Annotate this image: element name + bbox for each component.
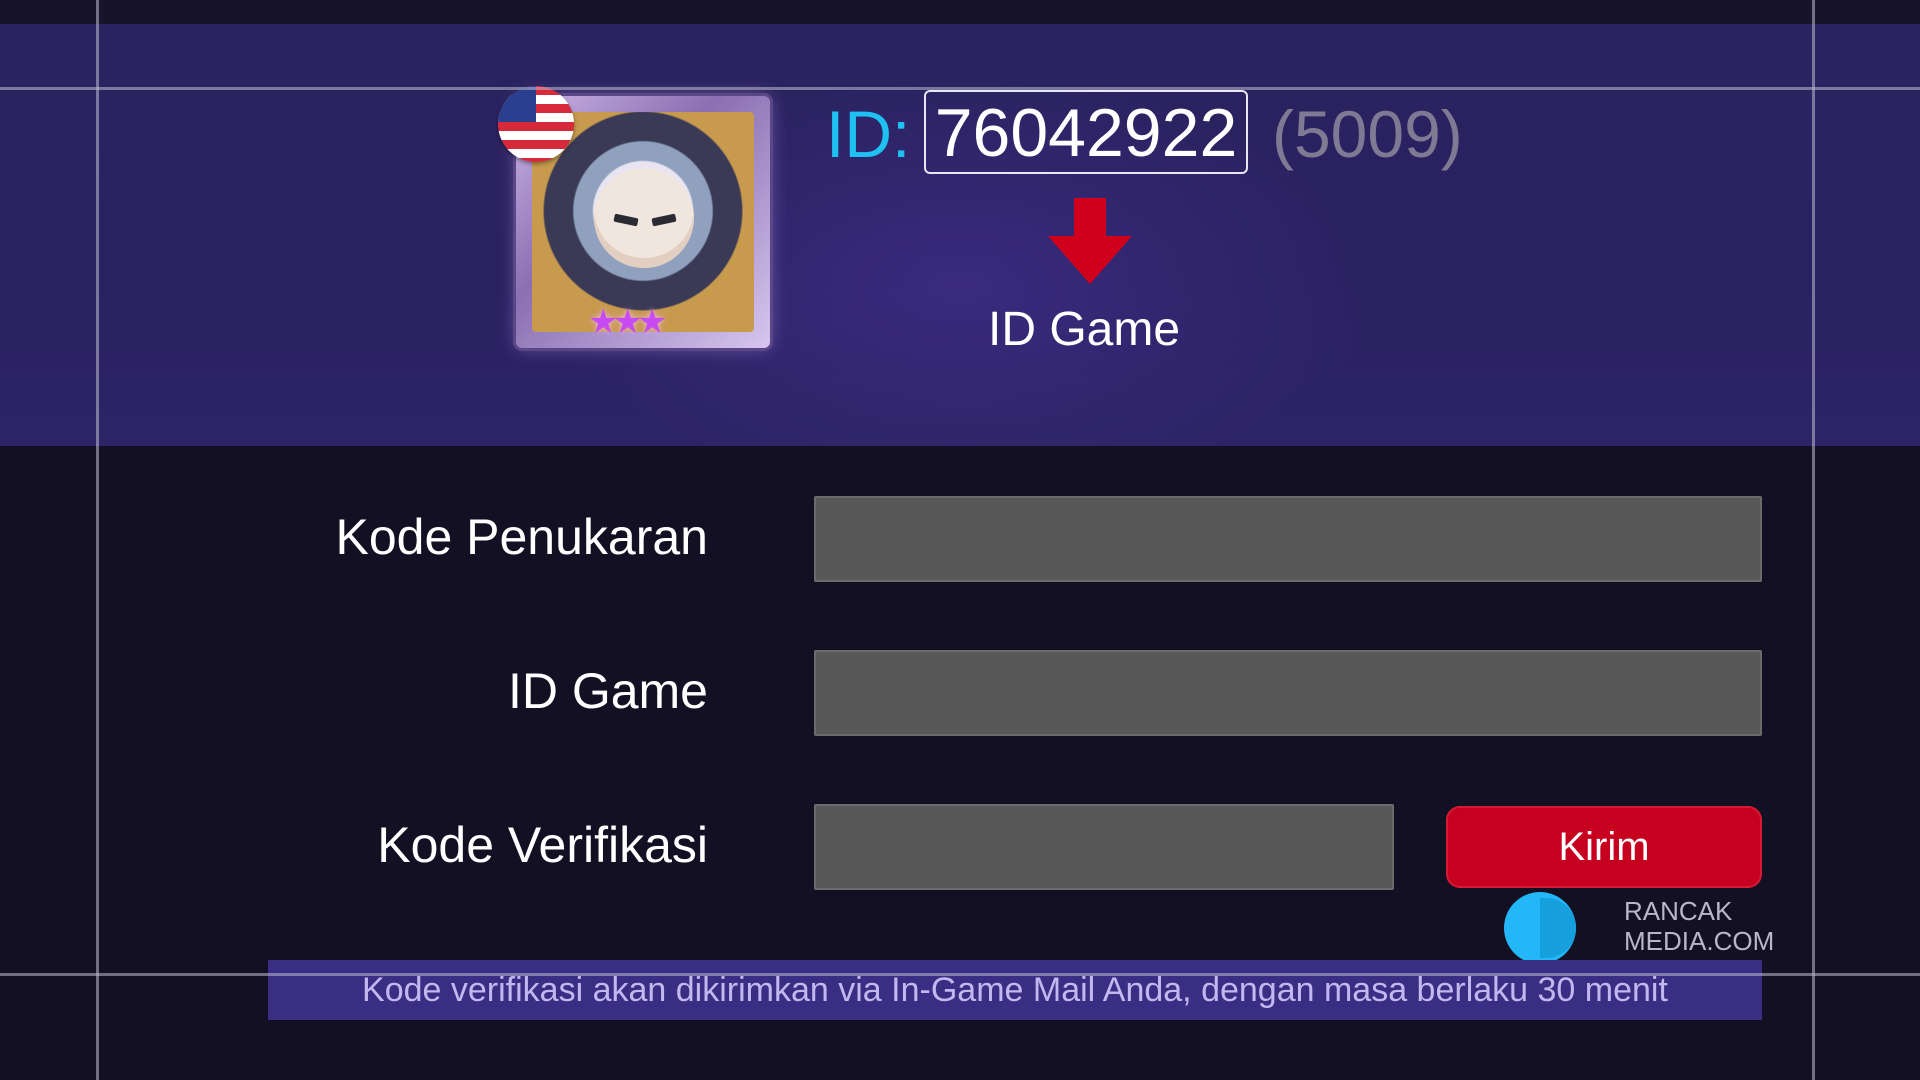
avatar-eye-left [613,213,639,227]
guide-line-horizontal-top [0,87,1920,90]
player-id-value: 76042922 [924,90,1248,174]
zone-id: (5009) [1272,97,1463,171]
guide-line-horizontal-bottom [0,973,1920,976]
watermark-line1: RANCAK [1624,896,1733,926]
guide-line-vertical-right [1812,0,1815,1080]
rancakmedia-logo-icon [1504,892,1576,964]
watermark-line2: MEDIA.COM [1624,926,1775,956]
redeem-code-input[interactable] [814,496,1762,582]
send-button[interactable]: Kirim [1446,806,1762,888]
verification-code-input[interactable] [814,804,1394,890]
redeem-code-label: Kode Penukaran [335,509,708,565]
watermark: RANCAK MEDIA.COM [1504,892,1776,964]
verification-note: Kode verifikasi akan dikirimkan via In-G… [268,960,1762,1020]
arrow-down-icon [1048,198,1132,284]
avatar-eye-right [651,213,677,227]
top-strip [0,0,1920,24]
game-id-input[interactable] [814,650,1762,736]
guide-line-vertical-left [96,0,99,1080]
verification-code-label: Kode Verifikasi [377,817,708,873]
avatar-face [594,168,694,268]
watermark-text: RANCAK MEDIA.COM [1624,896,1774,956]
arrow-caption: ID Game [988,303,1181,356]
rank-stars-icon: ★★★ [588,303,667,341]
game-id-label: ID Game [507,663,708,719]
flag-canton [498,86,536,122]
us-flag-icon [498,86,574,162]
id-label: ID: [826,97,911,171]
